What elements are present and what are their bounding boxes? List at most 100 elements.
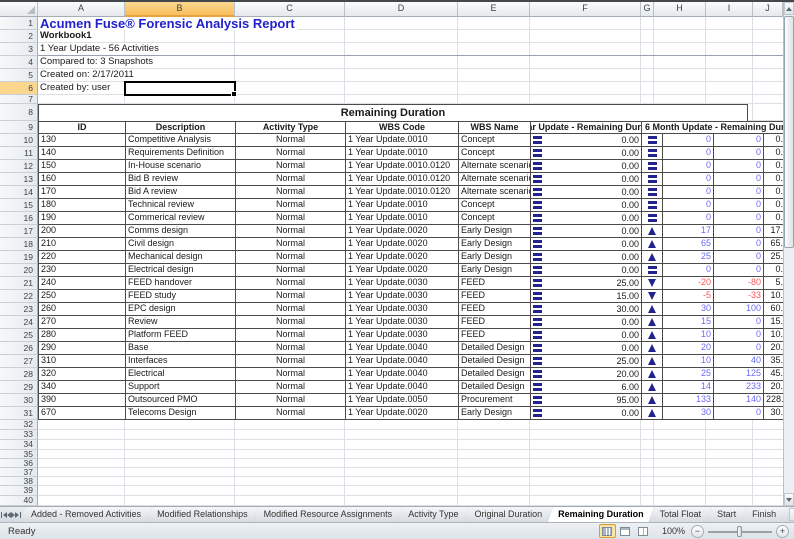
zoom-slider-thumb[interactable]: [737, 526, 742, 537]
cell-6-month-remaining-duration[interactable]: 10.: [764, 329, 784, 342]
cell-1-year-remaining-duration[interactable]: 6.00: [531, 381, 642, 394]
table-header-wbs-code[interactable]: WBS Code: [346, 121, 459, 134]
cell-activity-type[interactable]: Normal: [236, 381, 346, 394]
cell-wbs-name[interactable]: Detailed Design: [459, 368, 531, 381]
cell-1-year-remaining-duration[interactable]: 0.00: [531, 199, 642, 212]
cell-percent-change[interactable]: 0: [714, 186, 764, 199]
table-header-id[interactable]: ID: [39, 121, 126, 134]
row-header-13[interactable]: 13: [0, 173, 38, 186]
cell-description[interactable]: Platform FEED: [126, 329, 236, 342]
cell-description[interactable]: Review: [126, 316, 236, 329]
cell-description[interactable]: FEED study: [126, 290, 236, 303]
row-header-19[interactable]: 19: [0, 251, 38, 264]
cell-percent-change[interactable]: 0: [714, 238, 764, 251]
cell-description[interactable]: Electrical design: [126, 264, 236, 277]
cell-1-year-remaining-duration[interactable]: 0.00: [531, 238, 642, 251]
cell-wbs-code[interactable]: 1 Year Update.0030: [346, 277, 459, 290]
selected-cell-b6[interactable]: [124, 81, 236, 96]
info-cell-row-5[interactable]: Created on: 2/17/2011: [40, 69, 137, 81]
tab-added-removed-activities[interactable]: Added - Removed Activities: [21, 507, 151, 522]
info-cell-row-2[interactable]: Workbook1: [40, 30, 95, 42]
cell-trend[interactable]: [642, 251, 663, 264]
cell-wbs-name[interactable]: Procurement: [459, 394, 531, 407]
column-header-c[interactable]: C: [235, 2, 345, 17]
cell-6-month-remaining-duration[interactable]: 25.: [764, 251, 784, 264]
cell-delta[interactable]: -5: [663, 290, 714, 303]
cell-6-month-remaining-duration[interactable]: 20.: [764, 381, 784, 394]
cell-activity-type[interactable]: Normal: [236, 264, 346, 277]
cell-activity-type[interactable]: Normal: [236, 199, 346, 212]
row-header-4[interactable]: 4: [0, 56, 38, 69]
cell-trend[interactable]: [642, 277, 663, 290]
row-header-20[interactable]: 20: [0, 264, 38, 277]
table-header-1-year-update-remaining-duration[interactable]: 1 Year Update - Remaining Duration: [531, 121, 642, 134]
row-header-28[interactable]: 28: [0, 368, 38, 381]
cell-wbs-code[interactable]: 1 Year Update.0030: [346, 316, 459, 329]
cell-trend[interactable]: [642, 329, 663, 342]
column-header-d[interactable]: D: [345, 2, 458, 17]
cell-id[interactable]: 220: [39, 251, 126, 264]
cell-wbs-name[interactable]: Concept: [459, 147, 531, 160]
cell-percent-change[interactable]: 0: [714, 407, 764, 420]
cell-activity-type[interactable]: Normal: [236, 147, 346, 160]
cell-activity-type[interactable]: Normal: [236, 238, 346, 251]
tab-modified-resource-assignments[interactable]: Modified Resource Assignments: [254, 507, 403, 522]
row-header-7[interactable]: 7: [0, 95, 38, 104]
cell-trend[interactable]: [642, 186, 663, 199]
cell-wbs-name[interactable]: Detailed Design: [459, 355, 531, 368]
row-header-18[interactable]: 18: [0, 238, 38, 251]
table-header-6-month-update-remaining-duration[interactable]: 6 Month Update - Remaining Duration: [642, 121, 784, 134]
cell-description[interactable]: Commerical review: [126, 212, 236, 225]
cell-activity-type[interactable]: Normal: [236, 355, 346, 368]
cell-id[interactable]: 280: [39, 329, 126, 342]
row-header-16[interactable]: 16: [0, 212, 38, 225]
cell-percent-change[interactable]: 0: [714, 225, 764, 238]
cell-description[interactable]: EPC design: [126, 303, 236, 316]
cell-id[interactable]: 140: [39, 147, 126, 160]
row-header-2[interactable]: 2: [0, 30, 38, 43]
cell-percent-change[interactable]: 0: [714, 342, 764, 355]
scroll-up-button[interactable]: [784, 2, 794, 15]
select-all-button[interactable]: [0, 2, 38, 17]
cell-description[interactable]: Base: [126, 342, 236, 355]
cell-id[interactable]: 130: [39, 134, 126, 147]
row-header-29[interactable]: 29: [0, 381, 38, 394]
scroll-down-button[interactable]: [784, 493, 794, 506]
cell-trend[interactable]: [642, 355, 663, 368]
column-header-h[interactable]: H: [654, 2, 706, 17]
tab-finish[interactable]: Finish: [742, 507, 786, 522]
cell-id[interactable]: 190: [39, 212, 126, 225]
cell-description[interactable]: Outsourced PMO: [126, 394, 236, 407]
cell-wbs-name[interactable]: FEED: [459, 316, 531, 329]
cell-description[interactable]: Interfaces: [126, 355, 236, 368]
tab-start[interactable]: Start: [707, 507, 746, 522]
cell-percent-change[interactable]: 0: [714, 329, 764, 342]
table-header-activity-type[interactable]: Activity Type: [236, 121, 346, 134]
row-header-23[interactable]: 23: [0, 303, 38, 316]
cell-trend[interactable]: [642, 316, 663, 329]
cell-delta[interactable]: 10: [663, 355, 714, 368]
cell-delta[interactable]: 65: [663, 238, 714, 251]
cell-wbs-name[interactable]: Early Design: [459, 238, 531, 251]
cell-id[interactable]: 670: [39, 407, 126, 420]
cell-id[interactable]: 180: [39, 199, 126, 212]
column-header-g[interactable]: G: [641, 2, 654, 17]
zoom-in-button[interactable]: +: [776, 525, 789, 538]
row-header-40[interactable]: 40: [0, 496, 38, 506]
cell-trend[interactable]: [642, 134, 663, 147]
cell-wbs-name[interactable]: Concept: [459, 212, 531, 225]
cell-wbs-name[interactable]: Early Design: [459, 407, 531, 420]
cell-wbs-code[interactable]: 1 Year Update.0040: [346, 342, 459, 355]
cell-wbs-code[interactable]: 1 Year Update.0010: [346, 212, 459, 225]
cell-description[interactable]: Technical review: [126, 199, 236, 212]
cell-activity-type[interactable]: Normal: [236, 160, 346, 173]
cell-1-year-remaining-duration[interactable]: 25.00: [531, 355, 642, 368]
cell-delta[interactable]: 0: [663, 173, 714, 186]
cell-wbs-code[interactable]: 1 Year Update.0010: [346, 134, 459, 147]
horizontal-scrollbar[interactable]: [789, 507, 794, 522]
cell-trend[interactable]: [642, 238, 663, 251]
cell-delta[interactable]: 10: [663, 329, 714, 342]
cell-6-month-remaining-duration[interactable]: 0.: [764, 186, 784, 199]
cell-6-month-remaining-duration[interactable]: 45.: [764, 368, 784, 381]
row-header-1[interactable]: 1: [0, 17, 38, 30]
